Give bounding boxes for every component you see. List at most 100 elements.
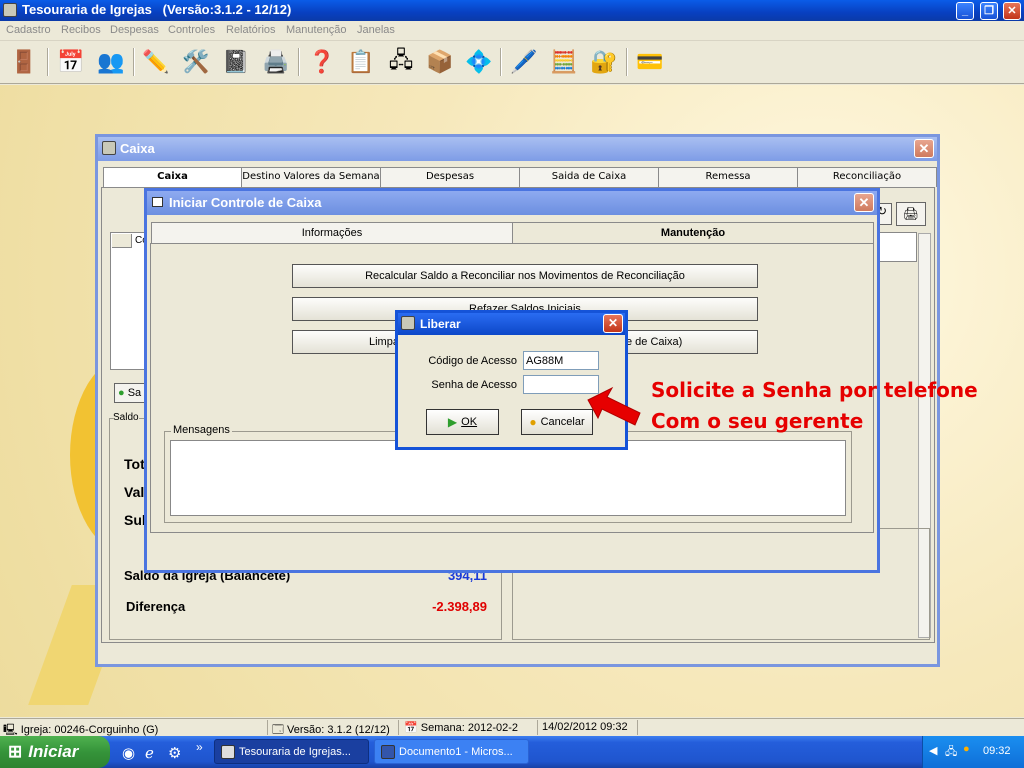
dialog-window-icon <box>152 197 163 207</box>
menu-manutencao[interactable]: Manutenção <box>286 24 347 36</box>
app-icon[interactable] <box>3 3 17 17</box>
door-exit-icon[interactable]: 🚪 <box>8 46 40 78</box>
menu-cadastro[interactable]: Cadastro <box>6 24 51 36</box>
iniciar-close-button[interactable]: ✕ <box>854 193 874 212</box>
label-valor: Val <box>124 484 145 500</box>
tab-destino-valores[interactable]: Destino Valores da Semana <box>241 167 381 187</box>
help-icon[interactable]: ❓ <box>306 46 338 78</box>
caixa-title: Caixa <box>120 141 155 156</box>
system-tray: ◀ 🖧 ● 09:32 <box>922 736 1024 768</box>
tray-collapse-icon[interactable]: ◀ <box>929 744 937 757</box>
diamond-icon[interactable]: 💠 <box>463 46 495 78</box>
tab-caixa[interactable]: Caixa <box>103 167 242 187</box>
annotation-line-1: Solicite a Senha por telefone <box>651 378 978 402</box>
form-icon[interactable]: 📋 <box>345 46 377 78</box>
label-total: Tot <box>124 456 145 472</box>
menu-despesas[interactable]: Despesas <box>110 24 159 36</box>
red-arrow-icon <box>587 386 641 426</box>
menu-recibos[interactable]: Recibos <box>61 24 101 36</box>
ie-icon[interactable]: ℯ <box>145 744 154 762</box>
tab-despesas[interactable]: Despesas <box>380 167 520 187</box>
calendar-icon: 📅 <box>404 722 418 734</box>
cancelar-button[interactable]: ● Cancelar <box>521 409 593 435</box>
calculator-icon[interactable]: 🧮 <box>548 46 580 78</box>
recalcular-saldo-button[interactable]: Recalcular Saldo a Reconciliar nos Movim… <box>292 264 758 288</box>
mensagens-legend: Mensagens <box>171 424 232 436</box>
play-icon: ▶ <box>447 415 458 429</box>
toolbar-separator <box>47 48 49 76</box>
restore-button[interactable]: ❐ <box>980 2 998 20</box>
close-button[interactable]: ✕ <box>1003 2 1021 20</box>
toolbar-separator <box>298 48 300 76</box>
word-icon <box>381 745 395 759</box>
app-quicklaunch-icon[interactable]: ⚙ <box>168 744 181 762</box>
toolbar: 🚪 📅 👥 ✏️ 🛠️ 📓 🖨️ ❓ 📋 🖧 📦 💠 🖊️ 🧮 🔐 💳 <box>0 42 1024 84</box>
start-button[interactable]: ⊞ Iniciar <box>0 736 110 768</box>
status-datahora: 14/02/2012 09:32 <box>542 721 628 733</box>
printer-icon[interactable]: 🖨 <box>896 202 926 226</box>
status-semana: 📅 Semana: 2012-02-2 <box>404 722 518 734</box>
app-title: Tesouraria de Igrejas (Versão:3.1.2 - 12… <box>22 2 292 17</box>
taskbar: ⊞ Iniciar ◉ ℯ ⚙ » Tesouraria de Igrejas.… <box>0 736 1024 768</box>
pen-icon[interactable]: 🖊️ <box>508 46 540 78</box>
saldo-legend: Saldo <box>113 412 139 423</box>
payment-icon[interactable]: 💳 <box>634 46 666 78</box>
entries-grid[interactable]: Co <box>110 232 148 370</box>
liberar-close-button[interactable]: ✕ <box>603 314 623 333</box>
package-icon[interactable]: 📦 <box>424 46 456 78</box>
windows-logo-icon: ⊞ <box>8 742 23 761</box>
network-tray-icon[interactable]: 🖧 <box>945 743 957 762</box>
printer-icon[interactable]: 🖨️ <box>260 46 292 78</box>
cancel-icon: ● <box>529 415 537 429</box>
liberar-window-icon <box>401 316 415 330</box>
menu-controles[interactable]: Controles <box>168 24 215 36</box>
clock[interactable]: 09:32 <box>983 745 1011 757</box>
network-icon[interactable]: 🖧 <box>385 46 417 78</box>
notebook-icon[interactable]: 📓 <box>220 46 252 78</box>
iniciar-title-bar[interactable]: Iniciar Controle de Caixa ✕ <box>147 191 877 215</box>
caixa-close-button[interactable]: ✕ <box>914 139 934 158</box>
computer-icon: 🖳 <box>3 724 18 736</box>
taskbar-item-documento[interactable]: Documento1 - Micros... <box>374 739 529 764</box>
taskbar-item-tesouraria[interactable]: Tesouraria de Igrejas... <box>214 739 369 764</box>
iniciar-title: Iniciar Controle de Caixa <box>169 195 322 210</box>
calendar-icon[interactable]: 📅 <box>55 46 87 78</box>
tab-remessa[interactable]: Remessa <box>658 167 798 187</box>
edit-icon[interactable]: ✏️ <box>140 46 172 78</box>
senha-acesso-label: Senha de Acesso <box>431 379 517 391</box>
safe-icon[interactable]: 🔐 <box>588 46 620 78</box>
diferenca-value: -2.398,89 <box>432 599 487 614</box>
tab-manutencao[interactable]: Manutenção <box>512 222 874 244</box>
version-icon: 🗔 <box>272 724 284 736</box>
go-icon: ● <box>118 387 125 399</box>
annotation-line-2: Com o seu gerente <box>651 409 864 433</box>
menu-relatorios[interactable]: Relatórios <box>226 24 276 36</box>
status-bar: 🖳 Igreja: 00246-Corguinho (G) 🗔 Versão: … <box>0 718 1024 736</box>
tab-informacoes[interactable]: Informações <box>151 222 513 244</box>
codigo-acesso-field[interactable] <box>523 351 599 370</box>
tesouraria-icon <box>221 745 235 759</box>
label-diferenca: Diferença <box>126 599 186 614</box>
tools-icon[interactable]: 🛠️ <box>180 46 212 78</box>
codigo-acesso-label: Código de Acesso <box>428 355 517 367</box>
quicklaunch-more-icon[interactable]: » <box>196 740 203 754</box>
toolbar-separator <box>626 48 628 76</box>
menu-bar: Cadastro Recibos Despesas Controles Rela… <box>0 21 1024 41</box>
grid-right <box>877 232 917 262</box>
caixa-title-bar[interactable]: Caixa ✕ <box>98 137 937 161</box>
menu-janelas[interactable]: Janelas <box>357 24 395 36</box>
liberar-title-bar[interactable]: Liberar ✕ <box>398 313 625 335</box>
minimize-button[interactable]: _ <box>956 2 974 20</box>
ok-button[interactable]: ▶ OK <box>426 409 499 435</box>
tab-reconciliacao[interactable]: Reconciliação <box>797 167 937 187</box>
antivirus-icon[interactable]: ● <box>963 743 970 755</box>
chrome-icon[interactable]: ◉ <box>122 744 135 762</box>
mensagens-textarea[interactable] <box>170 440 846 516</box>
liberar-title: Liberar <box>420 317 461 331</box>
toolbar-separator <box>500 48 502 76</box>
app-title-bar: Tesouraria de Igrejas (Versão:3.1.2 - 12… <box>0 0 1024 21</box>
toolbar-separator <box>133 48 135 76</box>
caixa-window-icon <box>102 141 116 155</box>
users-icon[interactable]: 👥 <box>95 46 127 78</box>
tab-saida-caixa[interactable]: Saida de Caixa <box>519 167 659 187</box>
